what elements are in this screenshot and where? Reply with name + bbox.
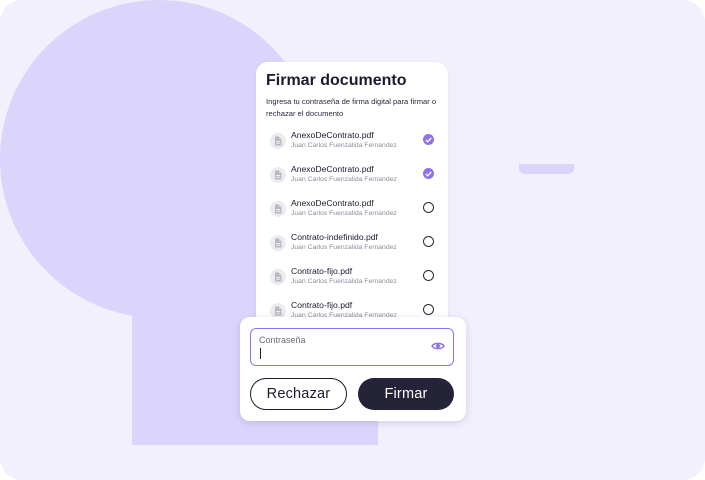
background-canvas: Firmar documento Ingresa tu contraseña d… — [0, 0, 705, 480]
file-list-item[interactable]: AnexoDeContrato.pdf Juan Carlos Fuenzalid… — [256, 128, 448, 162]
password-label: Contraseña — [259, 335, 306, 345]
file-name: AnexoDeContrato.pdf — [291, 164, 374, 174]
file-name: AnexoDeContrato.pdf — [291, 198, 374, 208]
file-list-item[interactable]: Contrato-indefinido.pdf Juan Carlos Fuenz… — [256, 230, 448, 264]
file-name: AnexoDeContrato.pdf — [291, 130, 374, 140]
check-circle-icon[interactable] — [423, 134, 434, 145]
text-cursor — [260, 348, 261, 359]
empty-circle-icon[interactable] — [423, 270, 434, 281]
document-icon — [270, 133, 286, 149]
decorative-arc-end — [519, 164, 574, 174]
password-field[interactable]: Contraseña — [250, 328, 454, 366]
empty-circle-icon[interactable] — [423, 202, 434, 213]
card-title: Firmar documento — [266, 72, 407, 89]
file-list: AnexoDeContrato.pdf Juan Carlos Fuenzalid… — [256, 128, 448, 332]
eye-icon[interactable] — [431, 341, 445, 351]
card-subtitle: Ingresa tu contraseña de firma digital p… — [266, 97, 437, 118]
empty-circle-icon[interactable] — [423, 236, 434, 247]
file-list-item[interactable]: AnexoDeContrato.pdf Juan Carlos Fuenzalid… — [256, 196, 448, 230]
file-owner: Juan Carlos Fuenzalida Fernandez — [291, 244, 397, 251]
file-name: Contrato-fijo.pdf — [291, 266, 353, 276]
file-owner: Juan Carlos Fuenzalida Fernandez — [291, 210, 397, 217]
sign-panel: Contraseña Rechazar Firmar — [240, 317, 466, 421]
document-icon — [270, 269, 286, 285]
sign-document-card: Firmar documento Ingresa tu contraseña d… — [256, 62, 448, 352]
file-owner: Juan Carlos Fuenzalida Fernandez — [291, 278, 397, 285]
sign-button[interactable]: Firmar — [358, 378, 454, 410]
document-icon — [270, 167, 286, 183]
file-name: Contrato-indefinido.pdf — [291, 232, 378, 242]
file-list-item[interactable]: Contrato-fijo.pdf Juan Carlos Fuenzalida … — [256, 264, 448, 298]
file-name: Contrato-fijo.pdf — [291, 300, 353, 310]
reject-button[interactable]: Rechazar — [250, 378, 347, 410]
document-icon — [270, 235, 286, 251]
file-owner: Juan Carlos Fuenzalida Fernandez — [291, 176, 397, 183]
check-circle-icon[interactable] — [423, 168, 434, 179]
empty-circle-icon[interactable] — [423, 304, 434, 315]
document-icon — [270, 201, 286, 217]
file-owner: Juan Carlos Fuenzalida Fernandez — [291, 142, 397, 149]
file-list-item[interactable]: AnexoDeContrato.pdf Juan Carlos Fuenzalid… — [256, 162, 448, 196]
